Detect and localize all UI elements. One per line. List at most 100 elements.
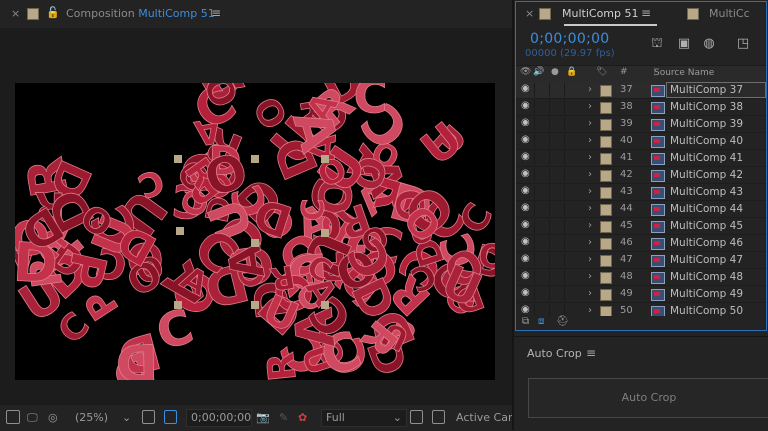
solo-switch[interactable]	[549, 134, 564, 148]
label-color-swatch[interactable]	[600, 306, 612, 316]
solo-switch[interactable]	[549, 151, 564, 165]
label-color-swatch[interactable]	[600, 187, 612, 199]
current-time-field[interactable]: 0;00;00;00	[186, 409, 252, 427]
show-snapshot-icon[interactable]: ✎	[279, 411, 288, 424]
eye-icon[interactable]: ◉	[521, 169, 531, 179]
timeline-tab[interactable]: MultiComp 51	[562, 7, 639, 20]
lock-switch[interactable]	[564, 134, 579, 148]
comp-flowchart-icon[interactable]: ⛫	[649, 37, 665, 51]
lock-switch[interactable]	[564, 168, 579, 182]
eye-icon[interactable]: ◉	[521, 305, 531, 315]
eye-icon[interactable]: ◉	[521, 220, 531, 230]
chevron-right-icon[interactable]: ›	[588, 271, 592, 282]
color-channel-icon[interactable]: ✿	[298, 411, 307, 424]
lock-switch[interactable]	[564, 117, 579, 131]
chevron-right-icon[interactable]: ›	[588, 305, 592, 316]
layer-row[interactable]: ◉ › 44 MultiComp 44	[516, 201, 766, 218]
chevron-right-icon[interactable]: ›	[588, 169, 592, 180]
composition-viewer[interactable]: RCDRDDOCRUAAPOODPORODAUACCRRPUCUCOOOODPD…	[0, 28, 512, 404]
close-tab-icon[interactable]: ×	[11, 7, 20, 20]
video-eye-icon[interactable]: 👁	[520, 67, 531, 77]
render-queue-icon[interactable]: ▣	[676, 37, 692, 51]
timeline-tab-2[interactable]: MultiCc	[709, 7, 750, 20]
label-tag-icon[interactable]: 🏷	[596, 67, 607, 77]
chevron-right-icon[interactable]: ›	[588, 254, 592, 265]
audio-switch[interactable]	[534, 304, 549, 316]
audio-switch[interactable]	[534, 185, 549, 199]
chevron-right-icon[interactable]: ›	[588, 237, 592, 248]
chevron-right-icon[interactable]: ›	[588, 288, 592, 299]
chevron-down-icon[interactable]: ⌄	[122, 411, 131, 424]
audio-switch[interactable]	[534, 202, 549, 216]
layer-row[interactable]: ◉ › 37 MultiComp 37	[516, 82, 766, 99]
motion-blur-icon[interactable]: ◍	[701, 37, 717, 51]
solo-switch[interactable]	[549, 168, 564, 182]
layer-row[interactable]: ◉ › 41 MultiComp 41	[516, 150, 766, 167]
eye-icon[interactable]: ◉	[521, 101, 531, 111]
lock-switch[interactable]	[564, 253, 579, 267]
chevron-right-icon[interactable]: ›	[588, 203, 592, 214]
chevron-right-icon[interactable]: ›	[588, 118, 592, 129]
mask-icon[interactable]: ◎	[48, 411, 58, 424]
eye-icon[interactable]: ◉	[521, 118, 531, 128]
layer-row[interactable]: ◉ › 50 MultiComp 50	[516, 303, 766, 316]
solo-switch[interactable]	[549, 100, 564, 114]
layer-row[interactable]: ◉ › 43 MultiComp 43	[516, 184, 766, 201]
audio-switch[interactable]	[534, 100, 549, 114]
source-name-header[interactable]: Source Name	[653, 68, 714, 78]
layer-number-header[interactable]: #	[620, 67, 628, 77]
audio-icon[interactable]: 🔊	[533, 67, 544, 77]
audio-switch[interactable]	[534, 270, 549, 284]
layer-row[interactable]: ◉ › 46 MultiComp 46	[516, 235, 766, 252]
audio-switch[interactable]	[534, 134, 549, 148]
label-color-swatch[interactable]	[600, 221, 612, 233]
label-color-swatch[interactable]	[600, 289, 612, 301]
label-color-swatch[interactable]	[600, 204, 612, 216]
solo-switch[interactable]	[549, 253, 564, 267]
eye-icon[interactable]: ◉	[521, 271, 531, 281]
lock-switch[interactable]	[564, 100, 579, 114]
label-color-swatch[interactable]	[600, 255, 612, 267]
label-color-swatch[interactable]	[600, 272, 612, 284]
lock-switch[interactable]	[564, 236, 579, 250]
resolution-select[interactable]: Full ⌄	[321, 409, 407, 427]
solo-switch[interactable]	[549, 287, 564, 301]
solo-switch[interactable]	[549, 270, 564, 284]
panel-menu-icon[interactable]: ≡	[586, 346, 596, 360]
label-color-swatch[interactable]	[600, 102, 612, 114]
eye-icon[interactable]: ◉	[521, 237, 531, 247]
label-color-swatch[interactable]	[600, 136, 612, 148]
region-of-interest-icon[interactable]	[6, 410, 20, 424]
chevron-right-icon[interactable]: ›	[588, 135, 592, 146]
lock-switch[interactable]	[564, 83, 579, 97]
lock-switch[interactable]	[564, 151, 579, 165]
lock-switch[interactable]	[564, 287, 579, 301]
chevron-right-icon[interactable]: ›	[588, 220, 592, 231]
panel-menu-icon[interactable]: ≡	[211, 6, 221, 20]
shy-layers-icon[interactable]: ⛑	[556, 316, 569, 327]
label-color-swatch[interactable]	[600, 238, 612, 250]
lock-switch[interactable]	[564, 304, 579, 316]
eye-icon[interactable]: ◉	[521, 135, 531, 145]
transparency-grid-icon[interactable]	[164, 410, 177, 424]
lock-column-icon[interactable]: 🔒	[566, 67, 577, 77]
audio-switch[interactable]	[534, 117, 549, 131]
layer-list[interactable]: ◉ › 37 MultiComp 37 ◉ › 38 MultiComp 38 ◉ › 39 Mult…	[516, 82, 766, 316]
solo-icon[interactable]: ●	[551, 67, 559, 77]
chevron-right-icon[interactable]: ›	[588, 101, 592, 112]
layer-row[interactable]: ◉ › 45 MultiComp 45	[516, 218, 766, 235]
eye-icon[interactable]: ◉	[521, 84, 531, 94]
eye-icon[interactable]: ◉	[521, 254, 531, 264]
solo-switch[interactable]	[549, 219, 564, 233]
layer-row[interactable]: ◉ › 40 MultiComp 40	[516, 133, 766, 150]
eye-icon[interactable]: ◉	[521, 203, 531, 213]
label-color-swatch[interactable]	[600, 170, 612, 182]
close-tab-icon[interactable]: ×	[525, 7, 534, 20]
chevron-right-icon[interactable]: ›	[588, 84, 592, 95]
audio-switch[interactable]	[534, 287, 549, 301]
lock-switch[interactable]	[564, 219, 579, 233]
lock-switch[interactable]	[564, 202, 579, 216]
graph-editor-icon[interactable]: ◳	[735, 37, 751, 51]
chevron-right-icon[interactable]: ›	[588, 186, 592, 197]
camera-snapshot-icon[interactable]: 📷	[256, 411, 270, 424]
